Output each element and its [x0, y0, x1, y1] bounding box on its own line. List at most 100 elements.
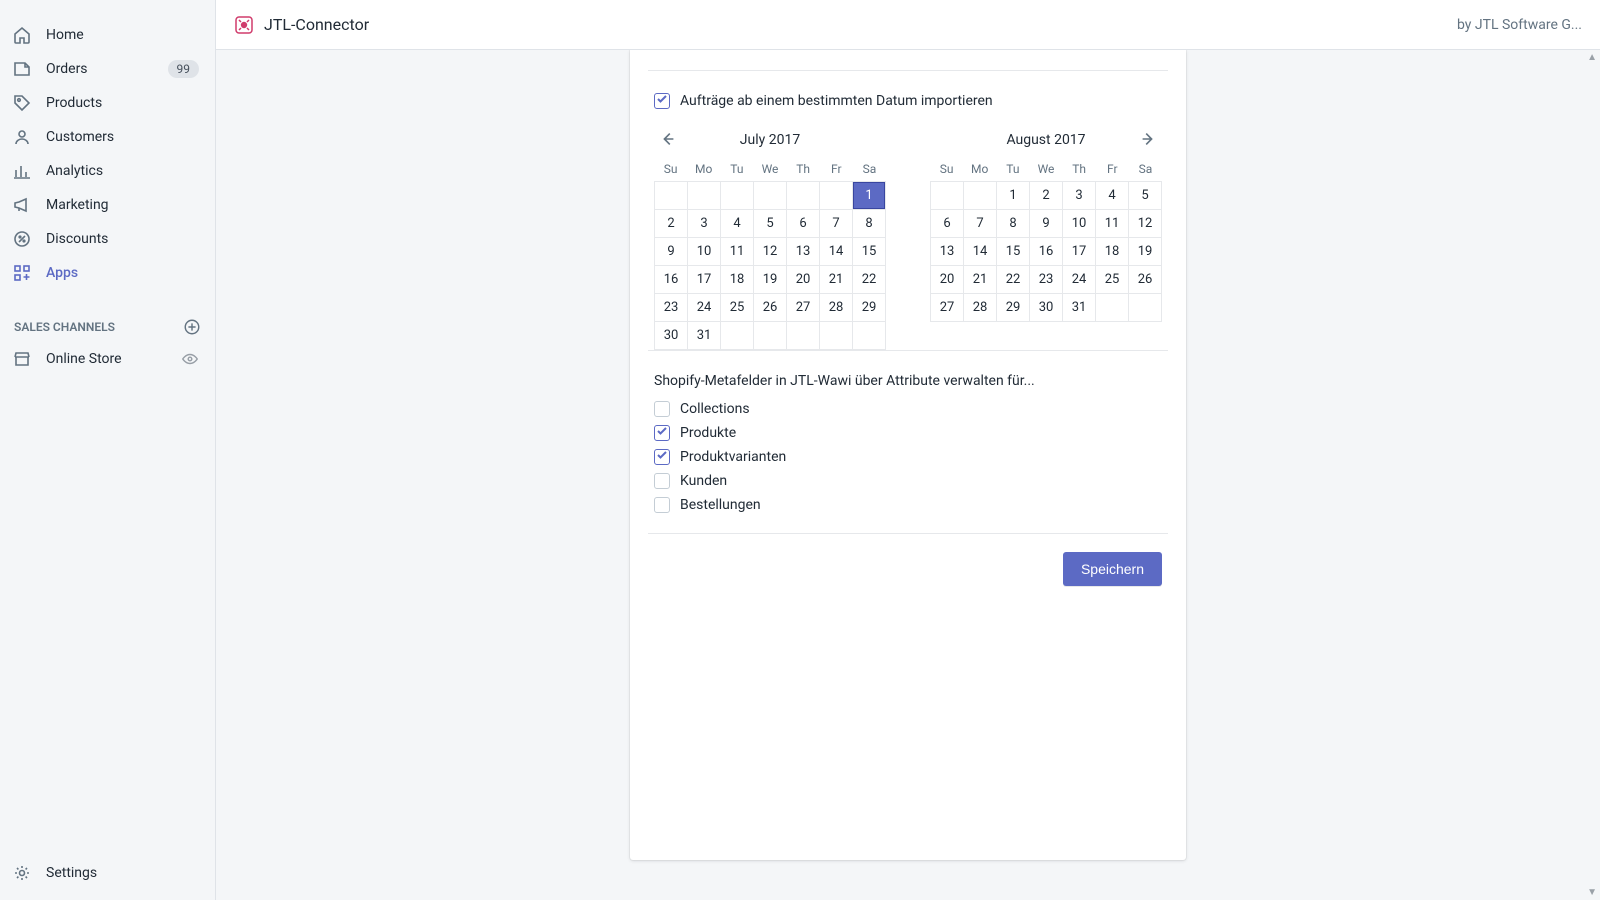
- calendar-day[interactable]: 18: [721, 266, 754, 294]
- calendar-day[interactable]: 31: [688, 322, 721, 350]
- import-from-date-checkbox[interactable]: [654, 93, 670, 109]
- calendar-day[interactable]: 29: [853, 294, 886, 322]
- calendar-day[interactable]: 20: [787, 266, 820, 294]
- calendar-left: July 2017 SuMoTuWeThFrSa 123456789101112…: [654, 127, 886, 350]
- calendar-day[interactable]: 16: [1030, 238, 1063, 266]
- calendar-day: [688, 182, 721, 210]
- metafield-checkbox-produktvarianten[interactable]: [654, 449, 670, 465]
- calendar-day[interactable]: 27: [787, 294, 820, 322]
- calendar-day[interactable]: 30: [655, 322, 688, 350]
- calendar-day[interactable]: 22: [853, 266, 886, 294]
- sidebar-item-products[interactable]: Products: [0, 86, 215, 120]
- calendar-day[interactable]: 8: [997, 210, 1030, 238]
- calendar-day[interactable]: 14: [964, 238, 997, 266]
- calendar-day[interactable]: 19: [754, 266, 787, 294]
- calendar-day[interactable]: 22: [997, 266, 1030, 294]
- calendar-day[interactable]: 7: [964, 210, 997, 238]
- metafield-checkbox-bestellungen[interactable]: [654, 497, 670, 513]
- calendar-day[interactable]: 28: [964, 294, 997, 322]
- calendar-day[interactable]: 3: [1063, 182, 1096, 210]
- calendar-day[interactable]: 28: [820, 294, 853, 322]
- calendar-day[interactable]: 25: [721, 294, 754, 322]
- calendar-day[interactable]: 23: [1030, 266, 1063, 294]
- calendar-day[interactable]: 9: [655, 238, 688, 266]
- calendar-day[interactable]: 9: [1030, 210, 1063, 238]
- scrollbar-track[interactable]: ▲ ▼: [1584, 50, 1600, 900]
- calendar-day[interactable]: 24: [1063, 266, 1096, 294]
- calendar-day[interactable]: 21: [964, 266, 997, 294]
- metafield-label[interactable]: Kunden: [680, 473, 727, 489]
- calendar-day[interactable]: 5: [1129, 182, 1162, 210]
- metafield-checkbox-kunden[interactable]: [654, 473, 670, 489]
- calendar-day[interactable]: 18: [1096, 238, 1129, 266]
- calendar-day[interactable]: 2: [1030, 182, 1063, 210]
- calendar-day[interactable]: 13: [931, 238, 964, 266]
- calendar-day[interactable]: 17: [1063, 238, 1096, 266]
- scroll-up-arrow[interactable]: ▲: [1587, 52, 1597, 63]
- calendar-day[interactable]: 26: [754, 294, 787, 322]
- sidebar-item-customers[interactable]: Customers: [0, 120, 215, 154]
- calendar-day[interactable]: 20: [931, 266, 964, 294]
- sidebar-item-marketing[interactable]: Marketing: [0, 188, 215, 222]
- scroll-down-arrow[interactable]: ▼: [1587, 887, 1597, 898]
- calendar-day[interactable]: 13: [787, 238, 820, 266]
- calendar-day[interactable]: 8: [853, 210, 886, 238]
- sidebar-item-analytics[interactable]: Analytics: [0, 154, 215, 188]
- calendar-day[interactable]: 17: [688, 266, 721, 294]
- sidebar-item-discounts[interactable]: Discounts: [0, 222, 215, 256]
- metafield-checkbox-produkte[interactable]: [654, 425, 670, 441]
- channel-item-online-store[interactable]: Online Store: [0, 342, 215, 376]
- calendar-day[interactable]: 15: [997, 238, 1030, 266]
- calendar-day[interactable]: 21: [820, 266, 853, 294]
- sidebar-item-label: Orders: [46, 61, 168, 77]
- calendar-day[interactable]: 26: [1129, 266, 1162, 294]
- calendar-day[interactable]: 16: [655, 266, 688, 294]
- metafield-label[interactable]: Produkte: [680, 425, 736, 441]
- calendar-day[interactable]: 6: [931, 210, 964, 238]
- calendar-day: [754, 182, 787, 210]
- sidebar-item-apps[interactable]: Apps: [0, 256, 215, 290]
- calendar-day[interactable]: 4: [721, 210, 754, 238]
- sidebar-item-home[interactable]: Home: [0, 18, 215, 52]
- calendar-day[interactable]: 1: [997, 182, 1030, 210]
- calendar-dow: Tu: [996, 159, 1029, 179]
- add-channel-button[interactable]: [183, 318, 201, 336]
- calendar-day[interactable]: 11: [1096, 210, 1129, 238]
- calendar-prev-button[interactable]: [658, 129, 678, 149]
- calendar-day[interactable]: 23: [655, 294, 688, 322]
- calendar-next-button[interactable]: [1138, 129, 1158, 149]
- metafield-label[interactable]: Produktvarianten: [680, 449, 786, 465]
- metafield-checkbox-collections[interactable]: [654, 401, 670, 417]
- calendar-day[interactable]: 5: [754, 210, 787, 238]
- import-from-date-label[interactable]: Aufträge ab einem bestimmten Datum impor…: [680, 93, 993, 109]
- calendar-day[interactable]: 25: [1096, 266, 1129, 294]
- channel-item-label: Online Store: [46, 351, 122, 367]
- calendar-day[interactable]: 27: [931, 294, 964, 322]
- calendar-day[interactable]: 11: [721, 238, 754, 266]
- calendar-day[interactable]: 15: [853, 238, 886, 266]
- calendar-day[interactable]: 14: [820, 238, 853, 266]
- calendar-day[interactable]: 10: [1063, 210, 1096, 238]
- sidebar-item-settings[interactable]: Settings: [0, 856, 215, 890]
- calendar-day[interactable]: 31: [1063, 294, 1096, 322]
- calendar-day[interactable]: 12: [1129, 210, 1162, 238]
- calendar-day[interactable]: 12: [754, 238, 787, 266]
- calendar-day[interactable]: 1: [853, 182, 886, 210]
- calendar-day[interactable]: 2: [655, 210, 688, 238]
- calendar-day[interactable]: 30: [1030, 294, 1063, 322]
- calendar-day[interactable]: 7: [820, 210, 853, 238]
- calendar-day[interactable]: 6: [787, 210, 820, 238]
- calendar-day[interactable]: 4: [1096, 182, 1129, 210]
- calendar-day[interactable]: 19: [1129, 238, 1162, 266]
- calendar-day[interactable]: 29: [997, 294, 1030, 322]
- save-button[interactable]: Speichern: [1063, 552, 1162, 586]
- calendar-day[interactable]: 10: [688, 238, 721, 266]
- view-store-button[interactable]: [181, 350, 199, 368]
- metafield-label[interactable]: Collections: [680, 401, 750, 417]
- sidebar-item-label: Discounts: [46, 231, 203, 247]
- metafield-label[interactable]: Bestellungen: [680, 497, 761, 513]
- calendar-dow: Sa: [1129, 159, 1162, 179]
- sidebar-item-orders[interactable]: Orders 99: [0, 52, 215, 86]
- calendar-day[interactable]: 3: [688, 210, 721, 238]
- calendar-day[interactable]: 24: [688, 294, 721, 322]
